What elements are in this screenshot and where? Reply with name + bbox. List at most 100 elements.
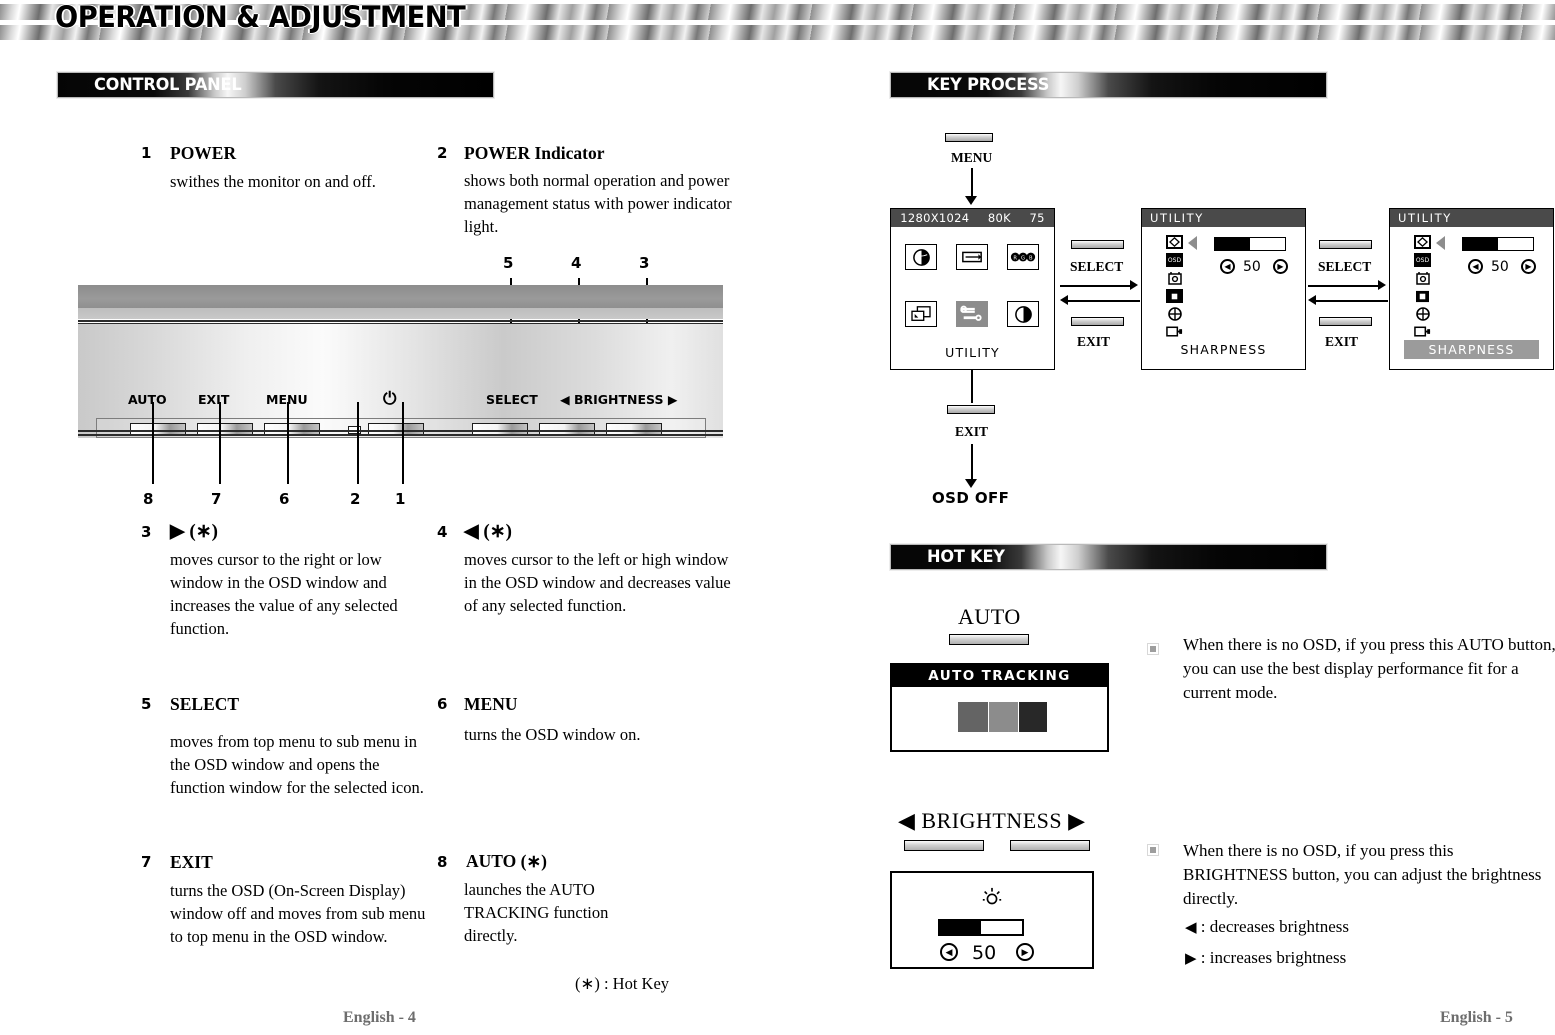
osd-fn-decrease-button[interactable]: ◀	[1468, 259, 1483, 274]
monitor-control-panel-illustration: AUTO EXIT MENU ⏻ SELECT ◀ BRIGHTNESS ▶	[78, 285, 723, 450]
hotkey-heading-brightness: ◀ BRIGHTNESS ▶	[898, 808, 1086, 833]
osd-fn-slider-fill	[1463, 238, 1498, 250]
osd-sub-increase-button[interactable]: ▶	[1273, 259, 1288, 274]
osd-fn-increase-button[interactable]: ▶	[1521, 259, 1536, 274]
label-auto: AUTO	[128, 392, 167, 407]
osd-function-window: UTILITY OSD ◀ 50 ▶ SHARPNESS	[1389, 208, 1554, 370]
key-button-exit-final[interactable]	[947, 405, 995, 414]
key-label-exit-final: EXIT	[955, 424, 989, 439]
osd-icon-position-window[interactable]	[905, 301, 937, 327]
section-header-control-panel-label: CONTROL PANEL	[94, 75, 242, 95]
item-body-left-arrow: moves cursor to the left or high window …	[464, 550, 731, 615]
osd-sub-decrease-button[interactable]: ◀	[1220, 259, 1235, 274]
brightness-legend-increase-text: : increases brightness	[1200, 948, 1347, 967]
item-body-select: moves from top menu to sub menu in the O…	[170, 732, 424, 797]
osd-sub-icon-osd[interactable]: OSD	[1166, 253, 1183, 267]
osd-sub-slider-fill	[1215, 238, 1250, 250]
brightness-slider-track[interactable]	[938, 919, 1024, 936]
osd-main-caption: UTILITY	[945, 345, 1000, 360]
osd-fn-slider-track[interactable]	[1462, 237, 1534, 251]
flow-line-menu-down	[971, 168, 973, 198]
osd-icon-utility-tools[interactable]	[956, 301, 988, 327]
leader-line-2	[357, 402, 359, 484]
auto-tracking-swatches	[958, 702, 1047, 732]
osd-icon-h-size[interactable]	[956, 244, 988, 270]
auto-tracking-title: AUTO TRACKING	[892, 665, 1107, 687]
hotkey-legend: (∗) : Hot Key	[575, 974, 670, 993]
svg-text:G: G	[1021, 256, 1025, 262]
item-title-exit: EXIT	[170, 852, 213, 872]
osd-sub-icon-recall[interactable]	[1166, 307, 1183, 321]
arrow-head-exit-down	[965, 479, 977, 488]
key-button-exit-1[interactable]	[1071, 317, 1124, 326]
osd-fn-icon-recall[interactable]	[1414, 307, 1431, 321]
osd-fn-icon-osd[interactable]: OSD	[1414, 253, 1431, 267]
hotkey-button-auto[interactable]	[949, 634, 1029, 645]
item-number-5: 5	[141, 695, 152, 713]
item-body-power: swithes the monitor on and off.	[170, 172, 376, 191]
arrow-head-menu-down	[965, 196, 977, 205]
item-title-auto: AUTO (∗)	[466, 851, 547, 871]
osd-fn-icon-exit[interactable]	[1414, 325, 1431, 339]
osd-fn-caption: SHARPNESS	[1404, 340, 1539, 359]
right-arrow-icon: ▶	[1185, 951, 1197, 967]
osd-status-hfreq: 80K	[987, 211, 1011, 225]
osd-sub-icon-exit[interactable]	[1166, 325, 1183, 339]
flow-line-forward-1	[1060, 285, 1132, 287]
item-body-power-indicator: shows both normal operation and power ma…	[464, 171, 732, 236]
osd-status-resolution: 1280X1024	[900, 211, 970, 225]
key-label-select-1: SELECT	[1070, 259, 1124, 274]
monitor-bottom-line-1	[78, 430, 723, 432]
label-brightness: ◀ BRIGHTNESS ▶	[560, 392, 678, 407]
osd-icon-contrast[interactable]	[1007, 301, 1039, 327]
osd-sub-icon-sharpness[interactable]	[1166, 235, 1183, 249]
monitor-button-labels: AUTO EXIT MENU ⏻ SELECT ◀ BRIGHTNESS ▶	[78, 389, 723, 412]
osd-fn-icon-osd-timer[interactable]	[1414, 271, 1431, 285]
bullet-marker-auto	[1147, 643, 1159, 655]
key-label-menu: MENU	[951, 150, 993, 165]
osd-fn-icon-sharpness[interactable]	[1414, 235, 1431, 249]
svg-text:R: R	[1013, 256, 1017, 262]
monitor-top-shell	[78, 285, 723, 308]
section-header-key-process-label: KEY PROCESS	[927, 75, 1050, 95]
item-body-exit: turns the OSD (On-Screen Display) window…	[170, 881, 426, 946]
monitor-divider-line-1	[78, 320, 723, 322]
callout-number-1: 1	[395, 490, 406, 508]
brightness-value: 50	[972, 942, 997, 964]
section-header-hot-key: HOT KEY	[890, 544, 1327, 570]
flow-line-forward-2	[1308, 285, 1380, 287]
osd-sub-icon-osd-timer[interactable]	[1166, 271, 1183, 285]
auto-tracking-swatch-1	[958, 702, 988, 732]
key-label-select-2: SELECT	[1318, 259, 1372, 274]
osd-sub-icon-dpms[interactable]	[1166, 289, 1183, 303]
osd-fn-value: 50	[1491, 259, 1509, 275]
osd-sub-menu: UTILITY OSD ◀ 50 ▶ SHARPNESS	[1141, 208, 1306, 370]
key-button-select-2[interactable]	[1319, 240, 1372, 249]
section-header-control-panel: CONTROL PANEL	[57, 72, 494, 98]
item-body-auto: launches the AUTO TRACKING function dire…	[464, 880, 609, 945]
osd-sub-caption: SHARPNESS	[1180, 342, 1267, 357]
monitor-front-face: AUTO EXIT MENU ⏻ SELECT ◀ BRIGHTNESS ▶	[78, 324, 723, 438]
leader-line-7	[219, 402, 221, 484]
key-button-exit-2[interactable]	[1319, 317, 1372, 326]
key-button-select-1[interactable]	[1071, 240, 1124, 249]
power-icon: ⏻	[383, 389, 397, 409]
item-title-left-arrow: ◀ (∗)	[464, 521, 512, 542]
osd-fn-icon-dpms[interactable]	[1414, 289, 1431, 303]
callout-number-2: 2	[350, 490, 361, 508]
key-button-menu[interactable]	[945, 133, 993, 142]
item-body-menu: turns the OSD window on.	[464, 725, 641, 744]
brightness-decrease-button[interactable]: ◀	[940, 943, 958, 961]
osd-sub-slider-track[interactable]	[1214, 237, 1286, 251]
hotkey-button-brightness-left[interactable]	[904, 840, 984, 851]
osd-status-bar: 1280X1024 80K 75	[891, 209, 1054, 227]
osd-main-menu: 1280X1024 80K 75 RGB UTILITY	[890, 208, 1055, 370]
sun-brightness-icon	[981, 887, 1003, 914]
brightness-increase-button[interactable]: ▶	[1016, 943, 1034, 961]
osd-sub-value: 50	[1243, 259, 1261, 275]
arrow-head-forward-1	[1130, 280, 1138, 290]
osd-icon-rgb-color[interactable]: RGB	[1007, 244, 1039, 270]
hotkey-button-brightness-right[interactable]	[1010, 840, 1090, 851]
osd-icon-brightness-globe[interactable]	[905, 244, 937, 270]
callout-number-8: 8	[143, 490, 154, 508]
